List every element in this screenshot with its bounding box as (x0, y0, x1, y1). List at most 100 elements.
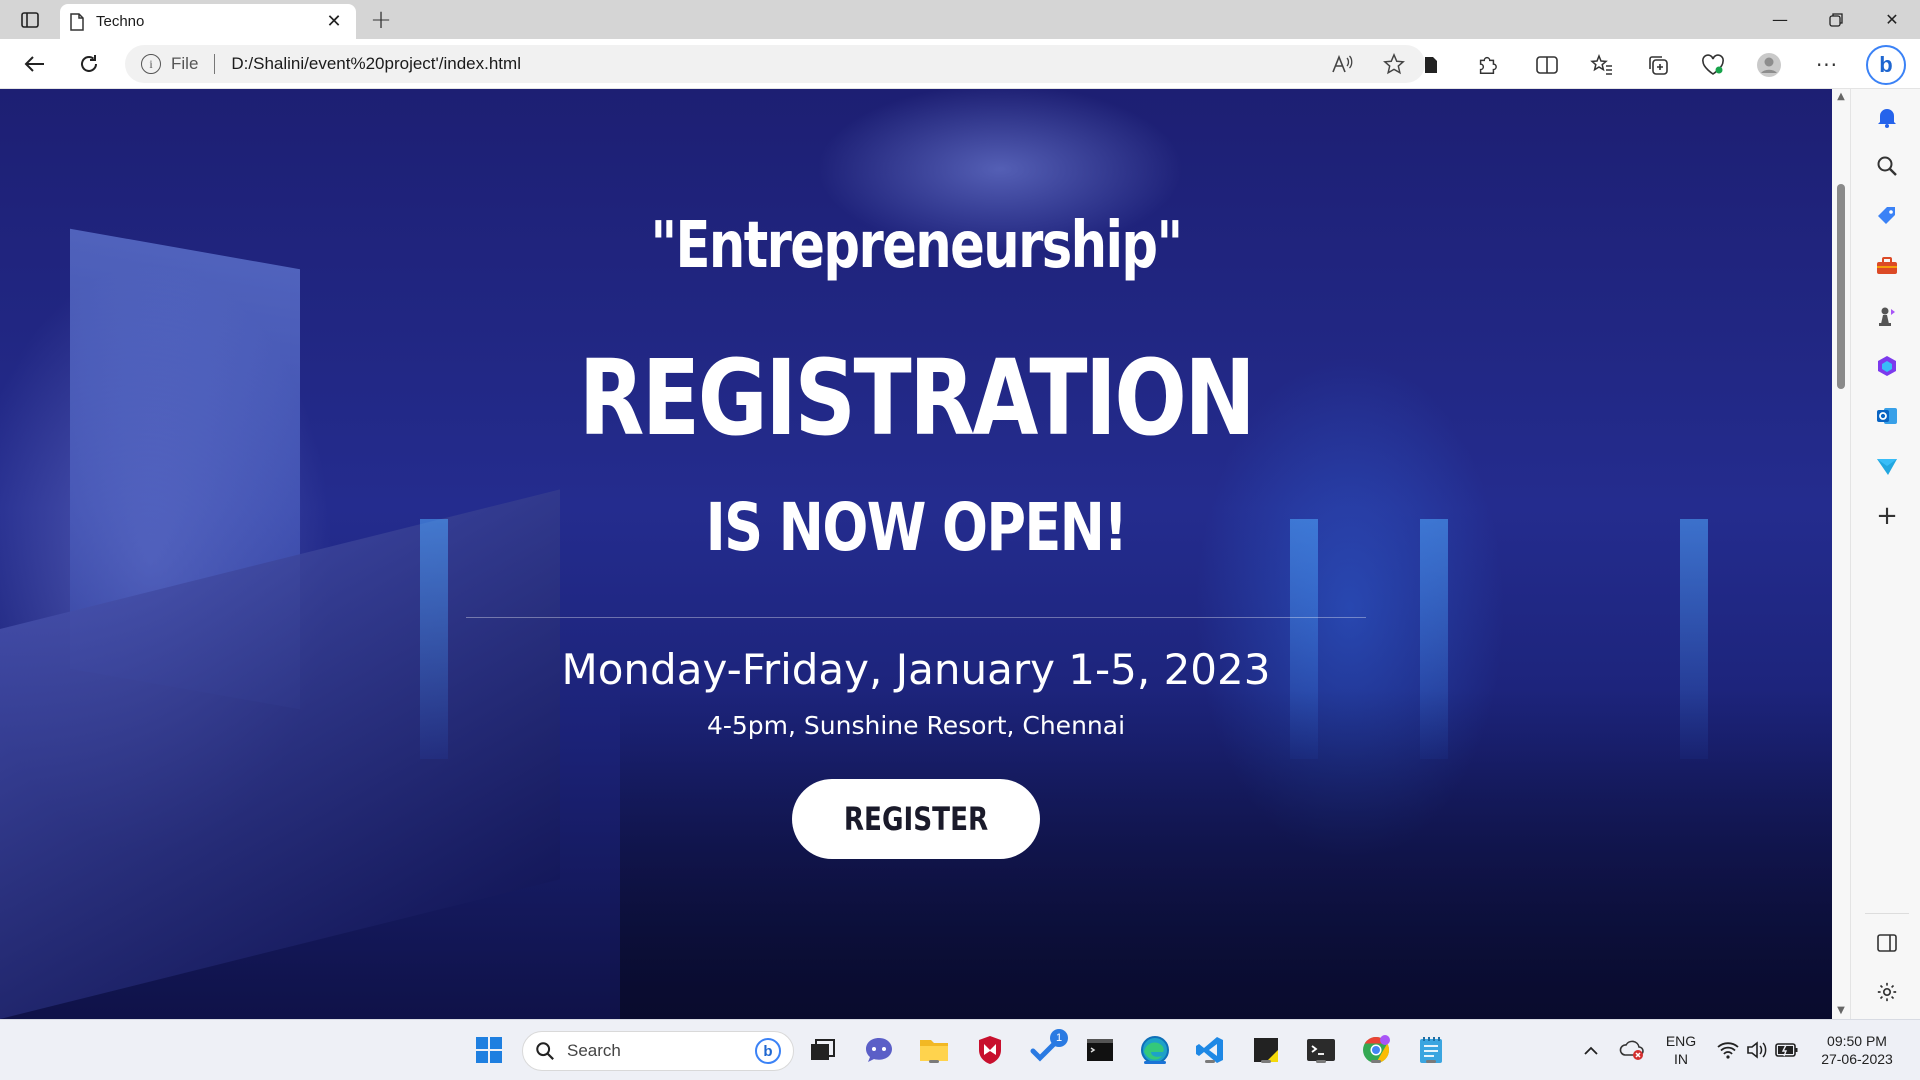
search-label: Search (567, 1041, 621, 1060)
scroll-up-arrow-icon[interactable]: ▲ (1836, 92, 1846, 102)
minimize-button[interactable]: — (1752, 0, 1808, 39)
bell-icon (1878, 109, 1896, 128)
cloud-error-icon (1619, 1040, 1644, 1060)
address-separator (214, 54, 216, 74)
terminal-app[interactable] (1304, 1033, 1338, 1067)
browser-toolbar: i File D:/Shalini/event%20project'/index… (0, 39, 1920, 89)
register-button[interactable]: REGISTER (792, 779, 1040, 859)
scroll-down-arrow-icon[interactable]: ▼ (1836, 1006, 1846, 1016)
active-app-indicator (1144, 1061, 1166, 1064)
input-language[interactable]: ENG IN (1660, 1032, 1702, 1068)
favorites-icon (1590, 54, 1612, 75)
active-tab[interactable]: Techno ✕ (60, 4, 356, 39)
sticky-notes-app[interactable] (1249, 1033, 1283, 1067)
toolbox-icon (1877, 257, 1897, 274)
onedrive-status-button[interactable] (1615, 1033, 1649, 1067)
hide-sidebar-button[interactable] (1873, 929, 1901, 957)
minimize-icon: — (1772, 10, 1788, 29)
search-icon (1877, 156, 1897, 176)
todo-app[interactable]: 1 (1028, 1029, 1068, 1067)
chess-piece-icon (1879, 307, 1895, 326)
chat-icon (866, 1038, 892, 1062)
search-sidebar-button[interactable] (1873, 152, 1901, 180)
tag-icon (1878, 207, 1895, 224)
restore-icon (1829, 12, 1843, 27)
settings-more-button[interactable]: ··· (1812, 50, 1842, 80)
now-open-headline: IS NOW OPEN! (705, 489, 1128, 566)
restore-button[interactable] (1808, 0, 1864, 39)
web-page: "Entrepreneurship" REGISTRATION IS NOW O… (0, 89, 1832, 1019)
event-dates: Monday-Friday, January 1-5, 2023 (561, 645, 1271, 694)
star-icon (1383, 53, 1405, 75)
split-screen-icon (1536, 56, 1558, 74)
search-icon (536, 1042, 554, 1060)
chevron-up-icon (1584, 1046, 1598, 1055)
edge-browser-app[interactable] (1138, 1033, 1172, 1067)
registration-headline: REGISTRATION (578, 337, 1256, 459)
puzzle-icon (1479, 57, 1497, 74)
taskbar-search[interactable]: Search b (522, 1031, 794, 1071)
task-view-button[interactable] (806, 1033, 840, 1067)
battery-button[interactable] (1770, 1033, 1804, 1067)
page-scrollbar[interactable]: ▲ ▼ (1832, 89, 1850, 1019)
split-screen-button[interactable] (1532, 50, 1562, 80)
add-sidebar-app-button[interactable]: + (1873, 501, 1901, 531)
command-prompt-app[interactable] (1083, 1033, 1117, 1067)
tab-actions-button[interactable] (14, 6, 46, 34)
bing-icon: b (1879, 52, 1893, 77)
volume-button[interactable] (1740, 1033, 1774, 1067)
outlook-button[interactable] (1873, 402, 1901, 430)
event-venue: 4-5pm, Sunshine Resort, Chennai (706, 711, 1126, 740)
favorite-star-button[interactable] (1379, 49, 1409, 79)
microsoft-365-button[interactable] (1873, 352, 1901, 380)
speaker-icon (1747, 1041, 1767, 1059)
show-hidden-icons-button[interactable] (1574, 1033, 1608, 1067)
games-button[interactable] (1873, 302, 1901, 330)
document-extension-icon (1425, 57, 1437, 73)
register-button-label: REGISTER (843, 800, 989, 838)
shield-icon (979, 1036, 1001, 1064)
notepad-app[interactable] (1414, 1033, 1448, 1067)
refresh-button[interactable] (73, 48, 105, 80)
info-icon[interactable]: i (141, 54, 161, 74)
close-window-button[interactable]: ✕ (1864, 0, 1920, 39)
tab-title: Techno (96, 13, 145, 30)
start-button[interactable] (472, 1033, 506, 1067)
drop-button[interactable] (1873, 452, 1901, 480)
notifications-button[interactable] (1873, 103, 1901, 131)
tools-button[interactable] (1873, 252, 1901, 280)
refresh-icon (81, 55, 97, 72)
extension-button[interactable] (1416, 50, 1446, 80)
sidebar-settings-button[interactable] (1873, 978, 1901, 1006)
running-indicator (1316, 1060, 1326, 1063)
office-icon (1878, 356, 1896, 376)
outlook-icon (1877, 408, 1897, 424)
running-indicator (929, 1060, 939, 1063)
extensions-button[interactable] (1472, 50, 1502, 80)
collections-button[interactable] (1643, 50, 1673, 80)
profile-button[interactable] (1754, 50, 1784, 80)
url-scheme: File (171, 54, 199, 73)
browser-essentials-button[interactable] (1698, 50, 1728, 80)
favorites-button[interactable] (1587, 50, 1617, 80)
file-explorer-app[interactable] (917, 1033, 951, 1067)
close-tab-button[interactable]: ✕ (322, 10, 346, 34)
plus-icon: + (1876, 501, 1898, 531)
scroll-thumb[interactable] (1837, 184, 1845, 389)
chrome-app[interactable] (1359, 1033, 1393, 1067)
url-text[interactable]: D:/Shalini/event%20project'/index.html (231, 54, 1305, 74)
bing-chat-button[interactable]: b (1866, 45, 1906, 85)
new-tab-button[interactable]: + (366, 5, 396, 35)
teams-chat-app[interactable] (862, 1033, 896, 1067)
read-aloud-button[interactable] (1327, 49, 1357, 79)
mcafee-app[interactable] (973, 1033, 1007, 1067)
vscode-app[interactable] (1193, 1033, 1227, 1067)
language-line2: IN (1674, 1051, 1688, 1067)
shopping-button[interactable] (1873, 202, 1901, 230)
back-button[interactable] (18, 48, 50, 80)
sidebar-divider (1865, 913, 1909, 914)
address-bar[interactable]: i File D:/Shalini/event%20project'/index… (125, 45, 1425, 83)
battery-charging-icon (1775, 1043, 1798, 1057)
clock[interactable]: 09:50 PM 27-06-2023 (1810, 1032, 1904, 1068)
terminal-icon (1087, 1039, 1113, 1061)
